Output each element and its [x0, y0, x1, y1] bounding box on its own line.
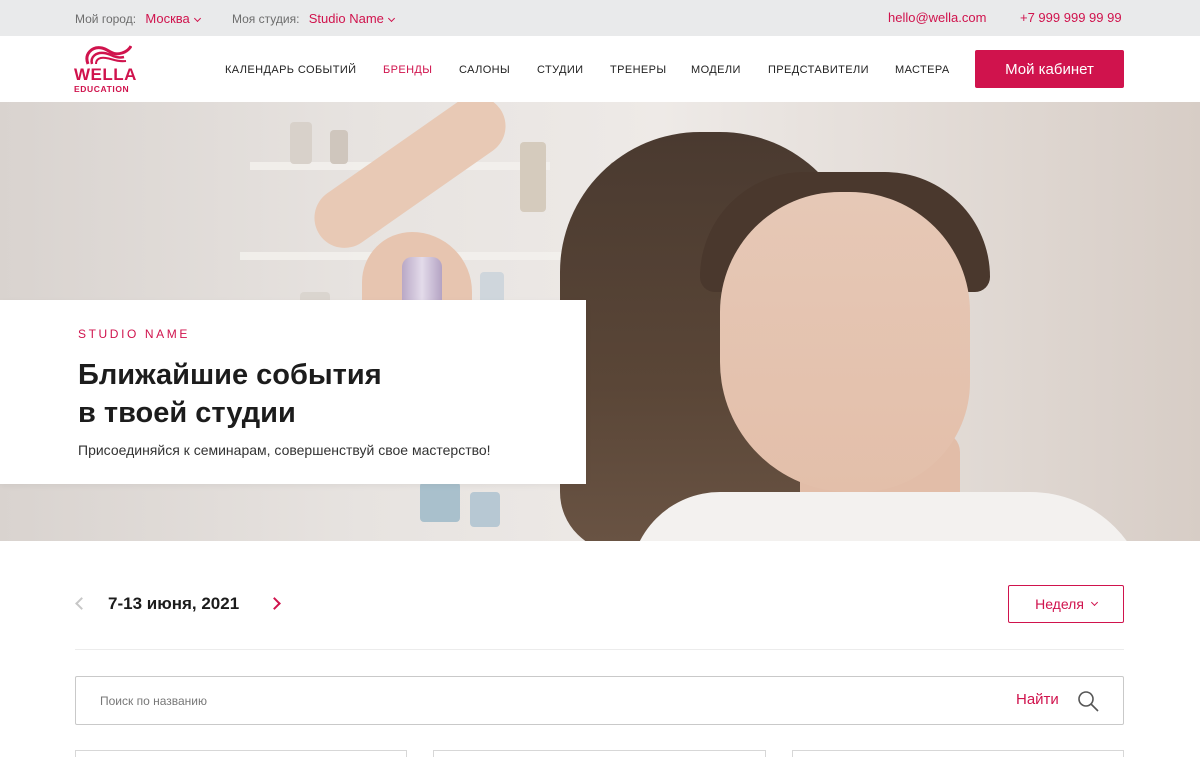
hero-studio-label: STUDIO NAME — [78, 327, 190, 341]
phone-link[interactable]: +7 999 999 99 99 — [1020, 10, 1122, 25]
prev-week-icon[interactable] — [74, 598, 84, 608]
search-button[interactable]: Найти — [1016, 691, 1059, 708]
nav-trainers[interactable]: ТРЕНЕРЫ — [610, 64, 667, 76]
city-value[interactable]: Москва — [145, 11, 189, 26]
event-cards-row — [0, 750, 1200, 757]
main-header: WELLA EDUCATION КАЛЕНДАРЬ СОБЫТИЙ БРЕНДЫ… — [0, 36, 1200, 102]
hero-title: Ближайшие события в твоей студии — [78, 356, 558, 432]
bottle — [420, 482, 460, 522]
top-bar: Мой город: Москва Моя студия: Studio Nam… — [0, 0, 1200, 36]
nav-representatives[interactable]: ПРЕДСТАВИТЕЛИ — [768, 64, 869, 76]
bottle — [470, 492, 500, 527]
event-card[interactable] — [75, 750, 407, 757]
period-dropdown[interactable]: Неделя — [1008, 585, 1124, 623]
hero-title-line-1: Ближайшие события — [78, 359, 382, 391]
city-label: Мой город: — [75, 12, 137, 26]
chevron-down-icon — [193, 14, 201, 23]
nav-events-calendar[interactable]: КАЛЕНДАРЬ СОБЫТИЙ — [225, 64, 356, 76]
nav-masters[interactable]: МАСТЕРА — [895, 64, 950, 76]
chevron-down-icon — [1090, 598, 1098, 606]
hero-title-line-2: в твоей студии — [78, 397, 296, 429]
logo-wordmark: WELLA — [74, 65, 137, 84]
chevron-down-icon — [387, 14, 395, 23]
search-icon[interactable] — [1076, 689, 1100, 713]
event-card[interactable] — [792, 750, 1124, 757]
nav-brands[interactable]: БРЕНДЫ — [383, 64, 432, 76]
studio-label: Моя студия: — [232, 12, 300, 26]
wella-education-logo[interactable]: WELLA EDUCATION — [74, 44, 140, 94]
robe — [630, 492, 1150, 541]
city-selector[interactable]: Мой город: Москва — [75, 11, 201, 26]
hero-text-card: STUDIO NAME Ближайшие события в твоей ст… — [0, 300, 586, 484]
email-link[interactable]: hello@wella.com — [888, 10, 986, 25]
next-week-icon[interactable] — [270, 598, 282, 610]
studio-value[interactable]: Studio Name — [309, 11, 384, 26]
logo-subtitle: EDUCATION — [74, 84, 130, 94]
bottle — [290, 122, 312, 164]
face — [720, 192, 970, 492]
event-card[interactable] — [433, 750, 766, 757]
period-value: Неделя — [1035, 596, 1084, 612]
nav-models[interactable]: МОДЕЛИ — [691, 64, 741, 76]
nav-salons[interactable]: САЛОНЫ — [459, 64, 510, 76]
divider — [75, 649, 1124, 650]
wella-wave-icon — [85, 45, 132, 65]
studio-selector[interactable]: Моя студия: Studio Name — [232, 11, 395, 26]
hero-banner: STUDIO NAME Ближайшие события в твоей ст… — [0, 102, 1200, 541]
my-cabinet-button[interactable]: Мой кабинет — [975, 50, 1124, 88]
bottle — [330, 130, 348, 164]
search-bar: Найти — [75, 676, 1124, 725]
bottle — [520, 142, 546, 212]
hero-subtitle: Присоединяйся к семинарам, совершенствуй… — [78, 442, 491, 458]
search-input[interactable] — [100, 691, 980, 711]
nav-studios[interactable]: СТУДИИ — [537, 64, 583, 76]
week-range: 7-13 июня, 2021 — [108, 594, 240, 613]
